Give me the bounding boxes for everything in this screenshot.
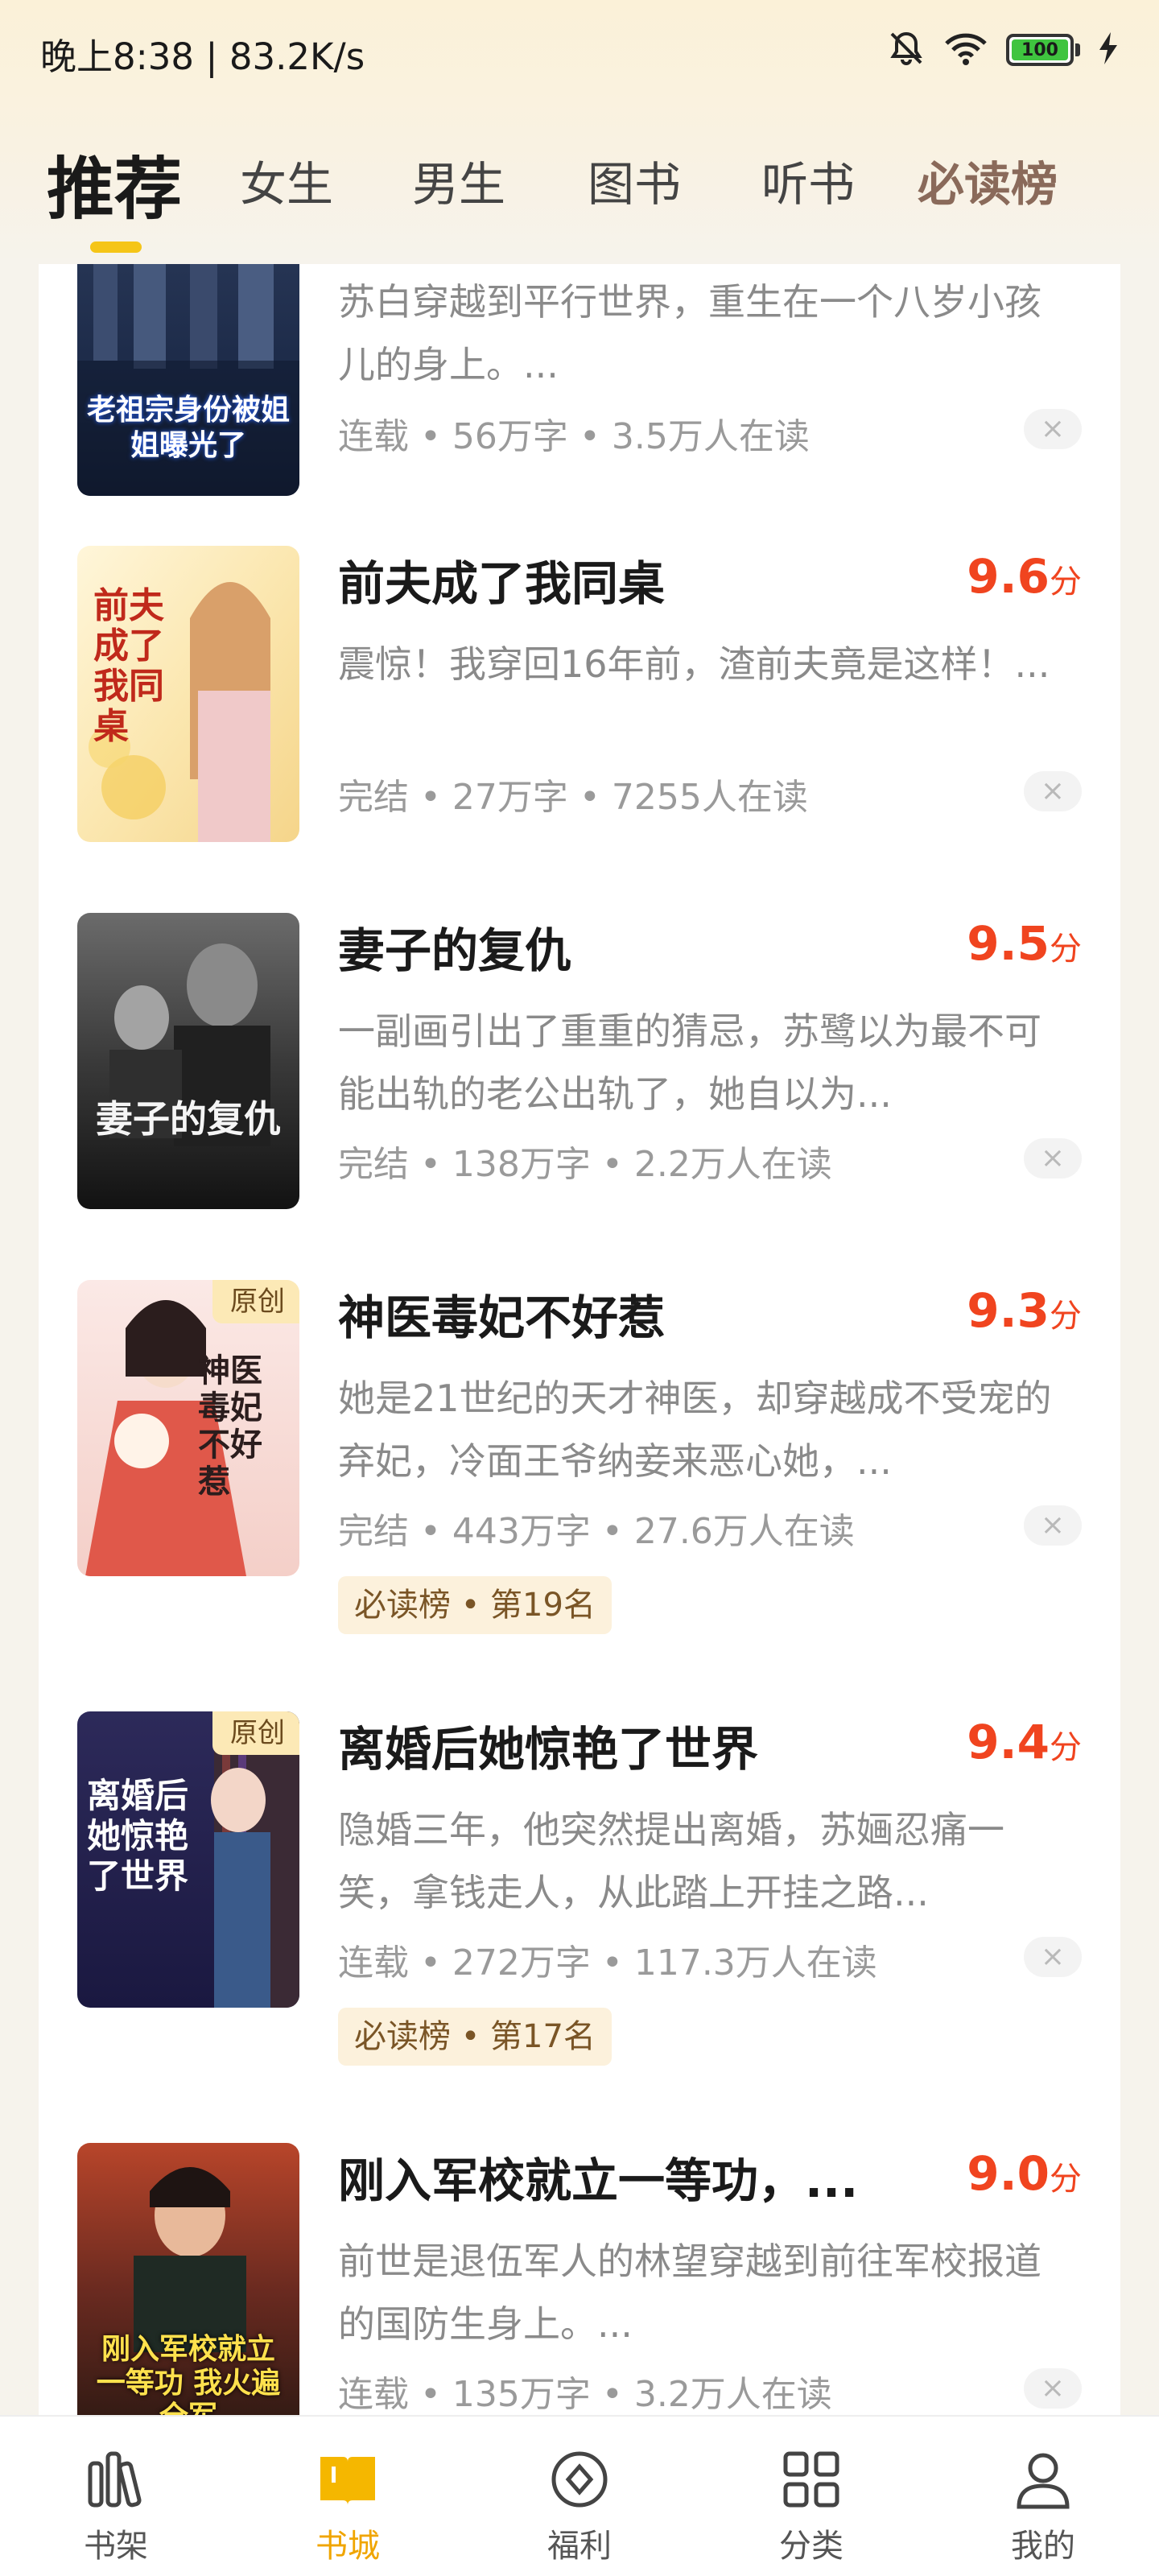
book-meta: 完结 • 138万字 • 2.2万人在读: [338, 1144, 832, 1185]
book-score: 9.6分: [967, 549, 1082, 604]
book-meta: 连载 • 56万字 • 3.5万人在读: [338, 416, 810, 457]
nav-label: 福利: [547, 2528, 612, 2565]
cover-title-text: 老祖宗身份被姐姐曝光了: [86, 394, 290, 462]
tab-must-read-ranking[interactable]: 必读榜: [918, 147, 1058, 214]
book-meta: 完结 • 443万字 • 27.6万人在读: [338, 1511, 855, 1552]
book-title[interactable]: 离婚后她惊艳了世界: [338, 1711, 950, 1779]
score-unit: 分: [1050, 931, 1082, 968]
status-time-speed: 晚上8:38 | 83.2K/s: [40, 35, 365, 78]
score-value: 9.3: [967, 1283, 1050, 1338]
book-score: 9.0分: [967, 2146, 1082, 2201]
status-bar: 晚上8:38 | 83.2K/s 100: [0, 0, 1159, 100]
score-unit: 分: [1050, 564, 1082, 601]
category-tabs: 推荐 女生 男生 图书 听书 必读榜: [0, 129, 1159, 258]
cover-title-text: 离婚后她惊艳了世界: [87, 1776, 189, 1896]
book-title[interactable]: 神医毒妃不好惹: [338, 1280, 950, 1348]
book-score: 9.3分: [967, 1283, 1082, 1338]
nav-label: 书架: [84, 2528, 148, 2565]
tab-audiobooks[interactable]: 听书: [761, 147, 855, 214]
nav-welfare[interactable]: 福利: [499, 2417, 660, 2576]
profile-icon: [1017, 2453, 1070, 2509]
book-cover[interactable]: 前夫成了我同桌: [77, 546, 299, 842]
book-cover[interactable]: 离婚后她惊艳了世界 原创: [77, 1711, 299, 2008]
tab-female[interactable]: 女生: [240, 147, 333, 214]
book-cover[interactable]: 刚入军校就立一等功 我火遍全军: [77, 2143, 299, 2415]
mute-bell-icon: [887, 29, 926, 71]
book-description: 苏白穿越到平行世界，重生在一个八岁小孩儿的身上。...: [338, 280, 1041, 386]
category-grid-icon: [783, 2451, 839, 2508]
book-cover[interactable]: 老祖宗身份被姐姐曝光了: [77, 264, 299, 496]
original-badge: 原创: [212, 1711, 299, 1755]
book-meta: 完结 • 27万字 • 7255人在读: [338, 777, 808, 818]
active-tab-indicator: [90, 242, 142, 253]
bookstore-icon: [320, 2457, 375, 2505]
status-icons: 100: [887, 29, 1119, 71]
tab-male[interactable]: 男生: [412, 147, 505, 214]
book-cover[interactable]: 神医毒妃不好惹 原创: [77, 1280, 299, 1576]
nav-bookstore[interactable]: 书城: [267, 2417, 428, 2576]
dismiss-button[interactable]: ×: [1024, 409, 1082, 449]
cover-title-text: 刚入军校就立一等功 我火遍全军: [96, 2333, 281, 2415]
nav-bookshelf[interactable]: 书架: [35, 2417, 196, 2576]
dismiss-button[interactable]: ×: [1024, 1505, 1082, 1546]
book-title[interactable]: 前夫成了我同桌: [338, 546, 950, 613]
book-meta: 连载 • 135万字 • 3.2万人在读: [338, 2374, 832, 2415]
score-value: 9.0: [967, 2146, 1050, 2201]
book-description: 她是21世纪的天才神医，却穿越成不受宠的弃妃，冷面王爷纳妾来恶心她，...: [338, 1377, 1052, 1483]
battery-level: 100: [1021, 39, 1058, 60]
book-meta: 连载 • 272万字 • 117.3万人在读: [338, 1942, 877, 1984]
book-description: 隐婚三年，他突然提出离婚，苏婳忍痛一笑，拿钱走人，从此踏上开挂之路...: [338, 1808, 1004, 1914]
dismiss-button[interactable]: ×: [1024, 771, 1082, 811]
cover-title-text: 妻子的复仇: [96, 1097, 281, 1141]
score-unit: 分: [1050, 1729, 1082, 1766]
score-value: 9.6: [967, 549, 1050, 604]
book-title[interactable]: 妻子的复仇: [338, 913, 950, 980]
dismiss-button[interactable]: ×: [1024, 1937, 1082, 1977]
nav-label: 分类: [779, 2528, 843, 2565]
bookshelf-icon: [88, 2451, 142, 2508]
book-description: 前世是退伍军人的林望穿越到前往军校报道的国防生身上。...: [338, 2240, 1041, 2346]
wifi-icon: [943, 31, 988, 69]
bottom-navigation: 书架 书城 福利 分类 我的: [0, 2415, 1159, 2576]
book-cover[interactable]: 妻子的复仇: [77, 913, 299, 1209]
nav-category[interactable]: 分类: [731, 2417, 892, 2576]
cover-title-text: 前夫成了我同桌: [93, 585, 164, 747]
nav-label: 我的: [1011, 2528, 1075, 2565]
ranking-tag[interactable]: 必读榜 • 第17名: [338, 2008, 612, 2066]
book-score: 9.4分: [967, 1715, 1082, 1769]
dismiss-button[interactable]: ×: [1024, 2368, 1082, 2409]
original-badge: 原创: [212, 1280, 299, 1323]
tab-books[interactable]: 图书: [588, 147, 681, 214]
book-list: 老祖宗身份被姐姐曝光了 苏白穿越到平行世界，重生在一个八岁小孩儿的身上。... …: [39, 264, 1120, 2415]
nav-label: 书城: [316, 2528, 380, 2565]
battery-icon: 100: [1006, 34, 1080, 66]
book-description: 震惊！我穿回16年前，渣前夫竟是这样！...: [338, 642, 1050, 686]
cover-title-text: 神医毒妃不好惹: [198, 1352, 262, 1501]
nav-profile[interactable]: 我的: [963, 2417, 1124, 2576]
book-score: 9.5分: [967, 916, 1082, 971]
book-description: 一副画引出了重重的猜忌，苏鹭以为最不可能出轨的老公出轨了，她自以为...: [338, 1009, 1041, 1116]
welfare-icon: [551, 2451, 608, 2508]
dismiss-button[interactable]: ×: [1024, 1138, 1082, 1179]
tab-recommend[interactable]: 推荐: [47, 135, 182, 233]
charging-icon: [1098, 32, 1119, 68]
score-unit: 分: [1050, 1298, 1082, 1335]
score-value: 9.4: [967, 1715, 1050, 1769]
score-value: 9.5: [967, 916, 1050, 971]
book-title[interactable]: 刚入军校就立一等功，...: [338, 2143, 950, 2211]
score-unit: 分: [1050, 2161, 1082, 2198]
ranking-tag[interactable]: 必读榜 • 第19名: [338, 1576, 612, 1634]
